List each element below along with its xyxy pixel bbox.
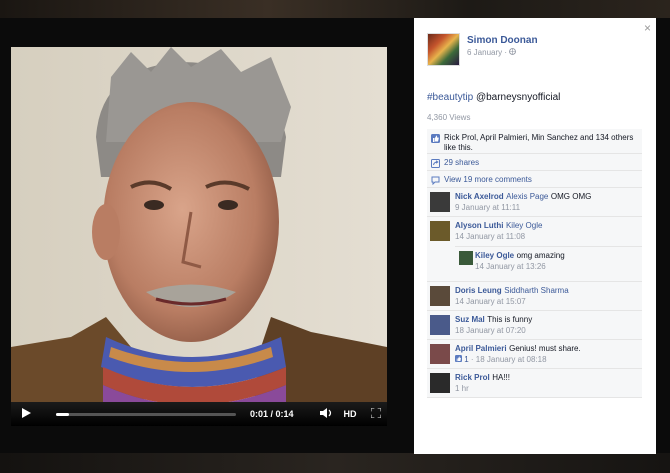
post-date-text: 6 January ·: [467, 48, 508, 57]
progress-fill: [56, 412, 69, 416]
progress-bar[interactable]: [56, 412, 236, 416]
commenter-name[interactable]: Suz Mal: [455, 315, 485, 324]
shares-text: 29 shares: [444, 158, 480, 167]
view-more-text: View 19 more comments: [444, 175, 532, 184]
like-count-icon: [455, 355, 462, 362]
reply-avatar[interactable]: [459, 251, 473, 265]
comment-mention[interactable]: Kiley Ogle: [506, 221, 542, 230]
comment-timestamp[interactable]: 14 January at 15:07: [455, 297, 642, 306]
play-button[interactable]: [11, 408, 41, 420]
reply-timestamp[interactable]: 14 January at 13:26: [475, 262, 642, 271]
shares-row[interactable]: 29 shares: [427, 154, 642, 171]
comment-text: This is funny: [487, 315, 533, 324]
post-text: #beautytip @barneysnyofficial: [427, 92, 560, 103]
comment-item: Alyson Luthi Kiley Ogle 14 January at 11…: [427, 217, 642, 246]
comment-mention[interactable]: Siddharth Sharma: [504, 286, 568, 295]
comment-item: Rick Prol HA!!! 1 hr: [427, 369, 642, 398]
volume-icon[interactable]: [319, 408, 334, 420]
reply-text: omg amazing: [516, 251, 565, 260]
commenter-avatar[interactable]: [430, 344, 450, 364]
author-avatar[interactable]: [427, 33, 460, 66]
commenter-name[interactable]: April Palmieri: [455, 344, 507, 353]
comment-meta: 1 · 18 January at 08:18: [455, 355, 642, 364]
commenter-avatar[interactable]: [430, 315, 450, 335]
comment-mention[interactable]: Alexis Page: [506, 192, 548, 201]
commenter-avatar[interactable]: [430, 221, 450, 241]
comment-item: Doris Leung Siddharth Sharma 14 January …: [427, 282, 642, 311]
likes-row: Rick Prol, April Palmieri, Min Sanchez a…: [427, 129, 642, 154]
commenter-name[interactable]: Alyson Luthi: [455, 221, 503, 230]
thumbs-up-icon: [431, 134, 440, 143]
post-date[interactable]: 6 January ·: [467, 48, 517, 57]
post-mention: @barneysnyofficial: [475, 92, 561, 103]
commenter-avatar[interactable]: [430, 286, 450, 306]
commenter-avatar[interactable]: [430, 373, 450, 393]
comment-with-reply: Alyson Luthi Kiley Ogle 14 January at 11…: [427, 217, 642, 282]
comment-like-count[interactable]: 1: [464, 355, 468, 364]
hd-button[interactable]: HD: [344, 409, 357, 419]
likes-text[interactable]: Rick Prol, April Palmieri, Min Sanchez a…: [444, 133, 633, 152]
close-icon[interactable]: ×: [644, 21, 651, 35]
hashtag-link[interactable]: #beautytip: [427, 92, 473, 103]
share-icon: [431, 159, 440, 168]
comment-timestamp[interactable]: 9 January at 11:11: [455, 203, 642, 212]
comment-item: April Palmieri Genius! must share. 1 · 1…: [427, 340, 642, 369]
comment-text: HA!!!: [492, 373, 510, 382]
post-panel: × Simon Doonan 6 January · #beautytip @b…: [414, 18, 656, 454]
comment-icon: [431, 176, 440, 185]
reply-name[interactable]: Kiley Ogle: [475, 251, 514, 260]
background-top-strip: [0, 0, 670, 18]
commenter-avatar[interactable]: [430, 192, 450, 212]
comment-timestamp[interactable]: 14 January at 11:08: [455, 232, 642, 241]
view-more-comments[interactable]: View 19 more comments: [427, 171, 642, 188]
commenter-name[interactable]: Rick Prol: [455, 373, 490, 382]
play-icon: [21, 408, 31, 418]
video-frame-image: [11, 47, 387, 426]
background-bottom-strip: [0, 453, 670, 473]
commenter-name[interactable]: Nick Axelrod: [455, 192, 504, 201]
commenter-name[interactable]: Doris Leung: [455, 286, 502, 295]
comment-text: Genius! must share.: [509, 344, 581, 353]
comment-timestamp[interactable]: · 18 January at 08:18: [471, 355, 547, 364]
author-name[interactable]: Simon Doonan: [467, 35, 538, 46]
feedback-section: Rick Prol, April Palmieri, Min Sanchez a…: [427, 129, 642, 398]
comment-timestamp[interactable]: 18 January at 07:20: [455, 326, 642, 335]
globe-icon: [509, 48, 517, 55]
reply-spacer: [427, 274, 642, 281]
view-count: 4,360 Views: [427, 113, 471, 122]
fullscreen-icon[interactable]: [369, 407, 383, 420]
video-controls: 0:01 / 0:14 HD: [11, 402, 387, 426]
time-display: 0:01 / 0:14: [250, 409, 294, 419]
video-player[interactable]: 0:01 / 0:14 HD: [11, 47, 387, 426]
reply-item: Kiley Ogle omg amazing 14 January at 13:…: [455, 246, 642, 274]
comment-text: OMG OMG: [550, 192, 592, 201]
comment-item: Suz Mal This is funny 18 January at 07:2…: [427, 311, 642, 340]
comment-timestamp[interactable]: 1 hr: [455, 384, 642, 393]
comment-item: Nick Axelrod Alexis Page OMG OMG 9 Janua…: [427, 188, 642, 217]
